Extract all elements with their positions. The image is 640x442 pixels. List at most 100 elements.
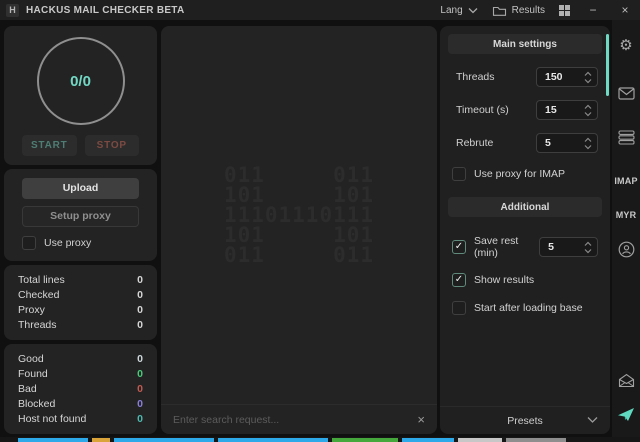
taskbar-app-sliver[interactable] — [506, 438, 566, 442]
start-stop-row: START STOP — [14, 135, 147, 156]
progress-card: 0/0 START STOP — [4, 26, 157, 165]
use-proxy-imap-label: Use proxy for IMAP — [474, 168, 565, 180]
save-rest-row: ✓ Save rest (min) 5 — [440, 235, 610, 259]
titlebar-left: H HACKUS MAIL CHECKER BETA — [6, 4, 185, 17]
progress-ring: 0/0 — [37, 37, 125, 125]
tab-myr[interactable]: MYR — [612, 198, 640, 232]
upload-card: Upload Setup proxy Use proxy — [4, 169, 157, 261]
app-logo-icon: H — [6, 4, 19, 17]
minimize-button[interactable]: − — [584, 0, 602, 20]
presets-dropdown[interactable]: Presets — [440, 406, 610, 434]
result-value: 0 — [137, 413, 143, 425]
result-label: Good — [18, 353, 44, 365]
start-button[interactable]: START — [22, 135, 77, 156]
chevron-down-icon — [468, 7, 478, 14]
stat-row: Checked 0 — [18, 289, 143, 301]
taskbar-app-sliver[interactable] — [18, 438, 88, 442]
result-value: 0 — [137, 353, 143, 365]
titlebar-right: Lang Results − × — [440, 0, 634, 20]
database-icon[interactable] — [612, 120, 640, 154]
taskbar-app-sliver[interactable] — [218, 438, 328, 442]
start-after-loading-row: Start after loading base — [440, 301, 610, 315]
check-icon: ✓ — [455, 242, 463, 252]
stat-label: Total lines — [18, 274, 65, 286]
titlebar: H HACKUS MAIL CHECKER BETA Lang Results … — [0, 0, 640, 20]
open-mail-icon[interactable] — [612, 363, 640, 397]
upload-button[interactable]: Upload — [22, 178, 139, 199]
rebrute-field: Rebrute 5 — [440, 133, 610, 153]
rebrute-value: 5 — [545, 137, 551, 149]
stepper-arrows-icon[interactable] — [584, 71, 592, 84]
taskbar-sliver — [0, 437, 640, 442]
stepper-arrows-icon[interactable] — [584, 137, 592, 150]
result-row: Bad 0 — [18, 383, 143, 395]
save-rest-value: 5 — [548, 241, 554, 253]
main-area: 0/0 START STOP Upload Setup proxy Use pr… — [0, 20, 640, 437]
settings-gear-icon[interactable]: ⚙ — [612, 28, 640, 62]
taskbar-app-sliver[interactable] — [458, 438, 502, 442]
show-results-row: ✓ Show results — [440, 273, 610, 287]
result-label: Bad — [18, 383, 37, 395]
watermark-line: 011 011 — [224, 245, 374, 265]
app-window: H HACKUS MAIL CHECKER BETA Lang Results … — [0, 0, 640, 442]
results-button[interactable]: Results — [492, 4, 545, 17]
close-button[interactable]: × — [616, 0, 634, 20]
save-rest-checkbox[interactable]: ✓ — [452, 240, 466, 254]
lang-selector[interactable]: Lang — [440, 5, 477, 16]
mail-icon[interactable] — [612, 76, 640, 110]
watermark-line: 11101110111 — [224, 205, 374, 225]
search-bar: × — [161, 404, 437, 434]
telegram-icon[interactable] — [612, 397, 640, 431]
stepper-arrows-icon[interactable] — [584, 241, 592, 254]
stat-value: 0 — [137, 289, 143, 301]
search-input[interactable] — [173, 414, 409, 426]
center-panel: 011 011 101 101 11101110111 101 101 011 … — [161, 26, 437, 434]
main-settings-header: Main settings — [448, 34, 602, 54]
show-results-label: Show results — [474, 274, 534, 286]
show-results-checkbox[interactable]: ✓ — [452, 273, 466, 287]
taskbar-app-sliver[interactable] — [402, 438, 454, 442]
scrollbar-thumb[interactable] — [606, 34, 609, 96]
result-row: Host not found 0 — [18, 413, 143, 425]
setup-proxy-button[interactable]: Setup proxy — [22, 206, 139, 227]
settings-panel: Main settings Threads 150 Timeout (s) 15 — [440, 26, 610, 434]
watermark-line: 101 101 — [224, 225, 374, 245]
taskbar-app-sliver[interactable] — [332, 438, 398, 442]
stat-row: Total lines 0 — [18, 274, 143, 286]
additional-header: Additional — [448, 197, 602, 217]
use-proxy-row: Use proxy — [22, 236, 139, 250]
tab-imap[interactable]: IMAP — [612, 164, 640, 198]
use-proxy-checkbox[interactable] — [22, 236, 36, 250]
left-column: 0/0 START STOP Upload Setup proxy Use pr… — [4, 26, 157, 434]
stat-row: Proxy 0 — [18, 304, 143, 316]
check-icon: ✓ — [455, 275, 463, 285]
timeout-stepper[interactable]: 15 — [536, 100, 598, 120]
save-rest-stepper[interactable]: 5 — [539, 237, 598, 257]
result-row: Found 0 — [18, 368, 143, 380]
stat-value: 0 — [137, 274, 143, 286]
threads-stepper[interactable]: 150 — [536, 67, 598, 87]
result-value: 0 — [137, 398, 143, 410]
stat-row: Threads 0 — [18, 319, 143, 331]
result-label: Blocked — [18, 398, 55, 410]
stat-value: 0 — [137, 304, 143, 316]
threads-field: Threads 150 — [440, 67, 610, 87]
result-row: Good 0 — [18, 353, 143, 365]
taskbar-app-sliver[interactable] — [92, 438, 110, 442]
result-value: 0 — [137, 368, 143, 380]
rebrute-stepper[interactable]: 5 — [536, 133, 598, 153]
account-icon[interactable] — [612, 232, 640, 266]
stop-button[interactable]: STOP — [85, 135, 140, 156]
progress-counter: 0/0 — [70, 73, 91, 90]
chevron-down-icon — [587, 416, 598, 424]
use-proxy-imap-row: Use proxy for IMAP — [440, 167, 610, 181]
stat-value: 0 — [137, 319, 143, 331]
start-after-loading-checkbox[interactable] — [452, 301, 466, 315]
use-proxy-imap-checkbox[interactable] — [452, 167, 466, 181]
stepper-arrows-icon[interactable] — [584, 104, 592, 117]
threads-value: 150 — [545, 71, 563, 83]
windows-grid-icon[interactable] — [559, 5, 570, 16]
watermark-line: 011 011 — [224, 165, 374, 185]
clear-search-icon[interactable]: × — [417, 413, 425, 426]
taskbar-app-sliver[interactable] — [114, 438, 214, 442]
